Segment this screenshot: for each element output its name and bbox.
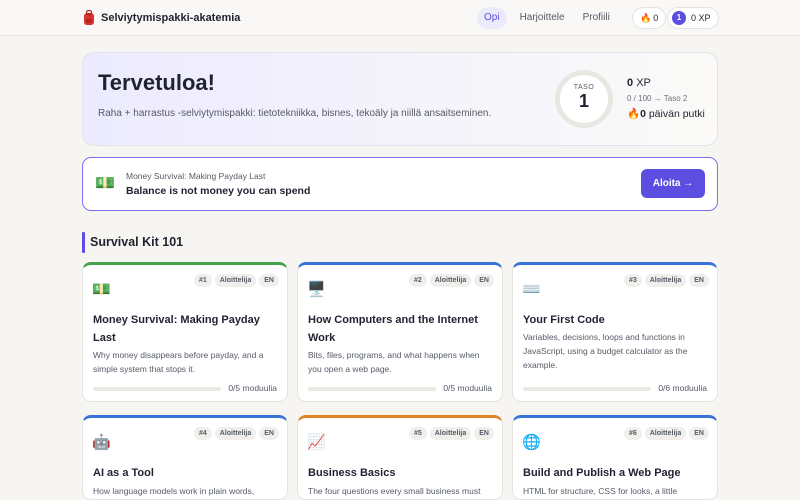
xp-amount: 0 XP: [627, 77, 705, 89]
streak-count: 0: [653, 13, 659, 23]
streak-label: päivän putki: [648, 108, 705, 120]
course-description: HTML for structure, CSS for looks, a lit…: [523, 486, 678, 496]
level-tag: Aloittelija: [214, 427, 257, 440]
tab-opi[interactable]: Opi: [477, 7, 507, 29]
money-icon: 💵: [92, 281, 111, 298]
course-title: AI as a Tool: [93, 467, 154, 479]
section-title: Survival Kit 101: [90, 235, 184, 249]
banner-course: Money Survival: Making Payday Last: [126, 171, 266, 181]
computer-icon: 🖥️: [307, 281, 326, 298]
level-tag: Aloittelija: [429, 427, 472, 440]
xp-stats: 0 XP 0 / 100 → Taso 2 🔥0 päivän putki: [627, 77, 705, 120]
streak-summary: 🔥0 päivän putki: [627, 107, 705, 120]
level-tag: Aloittelija: [214, 274, 257, 287]
course-description: Bits, files, programs, and what happens …: [308, 350, 480, 374]
flame-icon: 🔥: [640, 13, 652, 23]
tab-profiili[interactable]: Profiili: [576, 7, 617, 29]
level-badge: 1: [672, 11, 686, 25]
brand[interactable]: Selviytymispakki-akatemia: [82, 10, 240, 26]
level-tag: Aloittelija: [644, 274, 687, 287]
start-button[interactable]: Aloita →: [641, 169, 705, 198]
xp-unit: XP: [636, 77, 651, 89]
xp-counter[interactable]: 1 0 XP: [667, 7, 719, 29]
course-description: Variables, decisions, loops and function…: [523, 332, 688, 370]
flame-icon: 🔥: [627, 108, 641, 120]
page-title: Tervetuloa!: [98, 70, 215, 95]
level-tag: Aloittelija: [644, 427, 687, 440]
backpack-icon: [84, 10, 94, 25]
top-nav: Selviytymispakki-akatemia Opi Harjoittel…: [0, 0, 800, 36]
chart-icon: 📈: [307, 434, 326, 451]
xp-value: 0: [627, 77, 634, 89]
course-description: Why money disappears before payday, and …: [93, 350, 264, 374]
xp-total: 0 XP: [691, 13, 711, 23]
course-number: #2: [408, 274, 427, 287]
course-card[interactable]: ⌨️ #3 Aloittelija EN Your First Code Var…: [512, 262, 718, 402]
main-tabs: Opi Harjoittele Profiili: [477, 7, 617, 29]
progress-bar: [93, 387, 221, 391]
course-title: How Computers and the Internet Work: [308, 314, 478, 344]
language-tag: EN: [689, 274, 709, 287]
course-number: #3: [623, 274, 642, 287]
tab-harjoittele[interactable]: Harjoittele: [513, 7, 572, 29]
section-accent: [82, 232, 85, 253]
course-card[interactable]: 🤖 #4 Aloittelija EN AI as a Tool How lan…: [82, 415, 288, 500]
card-tags: #2 Aloittelija EN: [408, 274, 494, 287]
course-description: The four questions every small business …: [308, 486, 481, 496]
course-description: How language models work in plain words,: [93, 486, 255, 496]
course-card[interactable]: 💵 #1 Aloittelija EN Money Survival: Maki…: [82, 262, 288, 402]
course-card[interactable]: 🖥️ #2 Aloittelija EN How Computers and t…: [297, 262, 503, 402]
globe-icon: 🌐: [522, 434, 541, 451]
progress-text: 0/6 moduulia: [658, 383, 707, 393]
course-card[interactable]: 📈 #5 Aloittelija EN Business Basics The …: [297, 415, 503, 500]
streak-counter[interactable]: 🔥 0: [632, 7, 667, 29]
card-tags: #5 Aloittelija EN: [408, 427, 494, 440]
hero-subtitle: Raha + harrastus -selviytymispakki: tiet…: [98, 108, 492, 119]
language-tag: EN: [259, 274, 279, 287]
course-card[interactable]: 🌐 #6 Aloittelija EN Build and Publish a …: [512, 415, 718, 500]
course-number: #6: [623, 427, 642, 440]
banner-lesson: Balance is not money you can spend: [126, 185, 311, 197]
brand-name: Selviytymispakki-akatemia: [101, 12, 241, 24]
card-tags: #3 Aloittelija EN: [623, 274, 709, 287]
level-tag: Aloittelija: [429, 274, 472, 287]
money-icon: 💵: [95, 175, 115, 192]
streak-value: 0: [640, 108, 646, 120]
card-tags: #6 Aloittelija EN: [623, 427, 709, 440]
card-tags: #4 Aloittelija EN: [193, 427, 279, 440]
language-tag: EN: [689, 427, 709, 440]
level-number: 1: [578, 91, 589, 111]
course-title: Business Basics: [308, 467, 396, 479]
keyboard-icon: ⌨️: [522, 281, 541, 298]
welcome-hero: Tervetuloa! Raha + harrastus -selviytymi…: [82, 52, 718, 146]
progress-text: 0/5 moduulia: [228, 383, 277, 393]
language-tag: EN: [474, 274, 494, 287]
course-number: #4: [193, 427, 212, 440]
progress-bar: [308, 387, 436, 391]
level-ring: TASO 1: [555, 70, 613, 128]
course-title: Build and Publish a Web Page: [523, 467, 681, 479]
progress-text: 0/5 moduulia: [443, 383, 492, 393]
course-title: Money Survival: Making Payday Last: [93, 314, 260, 344]
robot-icon: 🤖: [92, 434, 111, 451]
language-tag: EN: [259, 427, 279, 440]
course-title: Your First Code: [523, 314, 605, 326]
course-number: #1: [193, 274, 212, 287]
continue-banner[interactable]: 💵 Money Survival: Making Payday Last Bal…: [82, 157, 718, 211]
xp-progress-text: 0 / 100 → Taso 2: [627, 94, 688, 103]
level-label: TASO: [573, 84, 595, 91]
progress-bar: [523, 387, 651, 391]
card-tags: #1 Aloittelija EN: [193, 274, 279, 287]
course-number: #5: [408, 427, 427, 440]
language-tag: EN: [474, 427, 494, 440]
